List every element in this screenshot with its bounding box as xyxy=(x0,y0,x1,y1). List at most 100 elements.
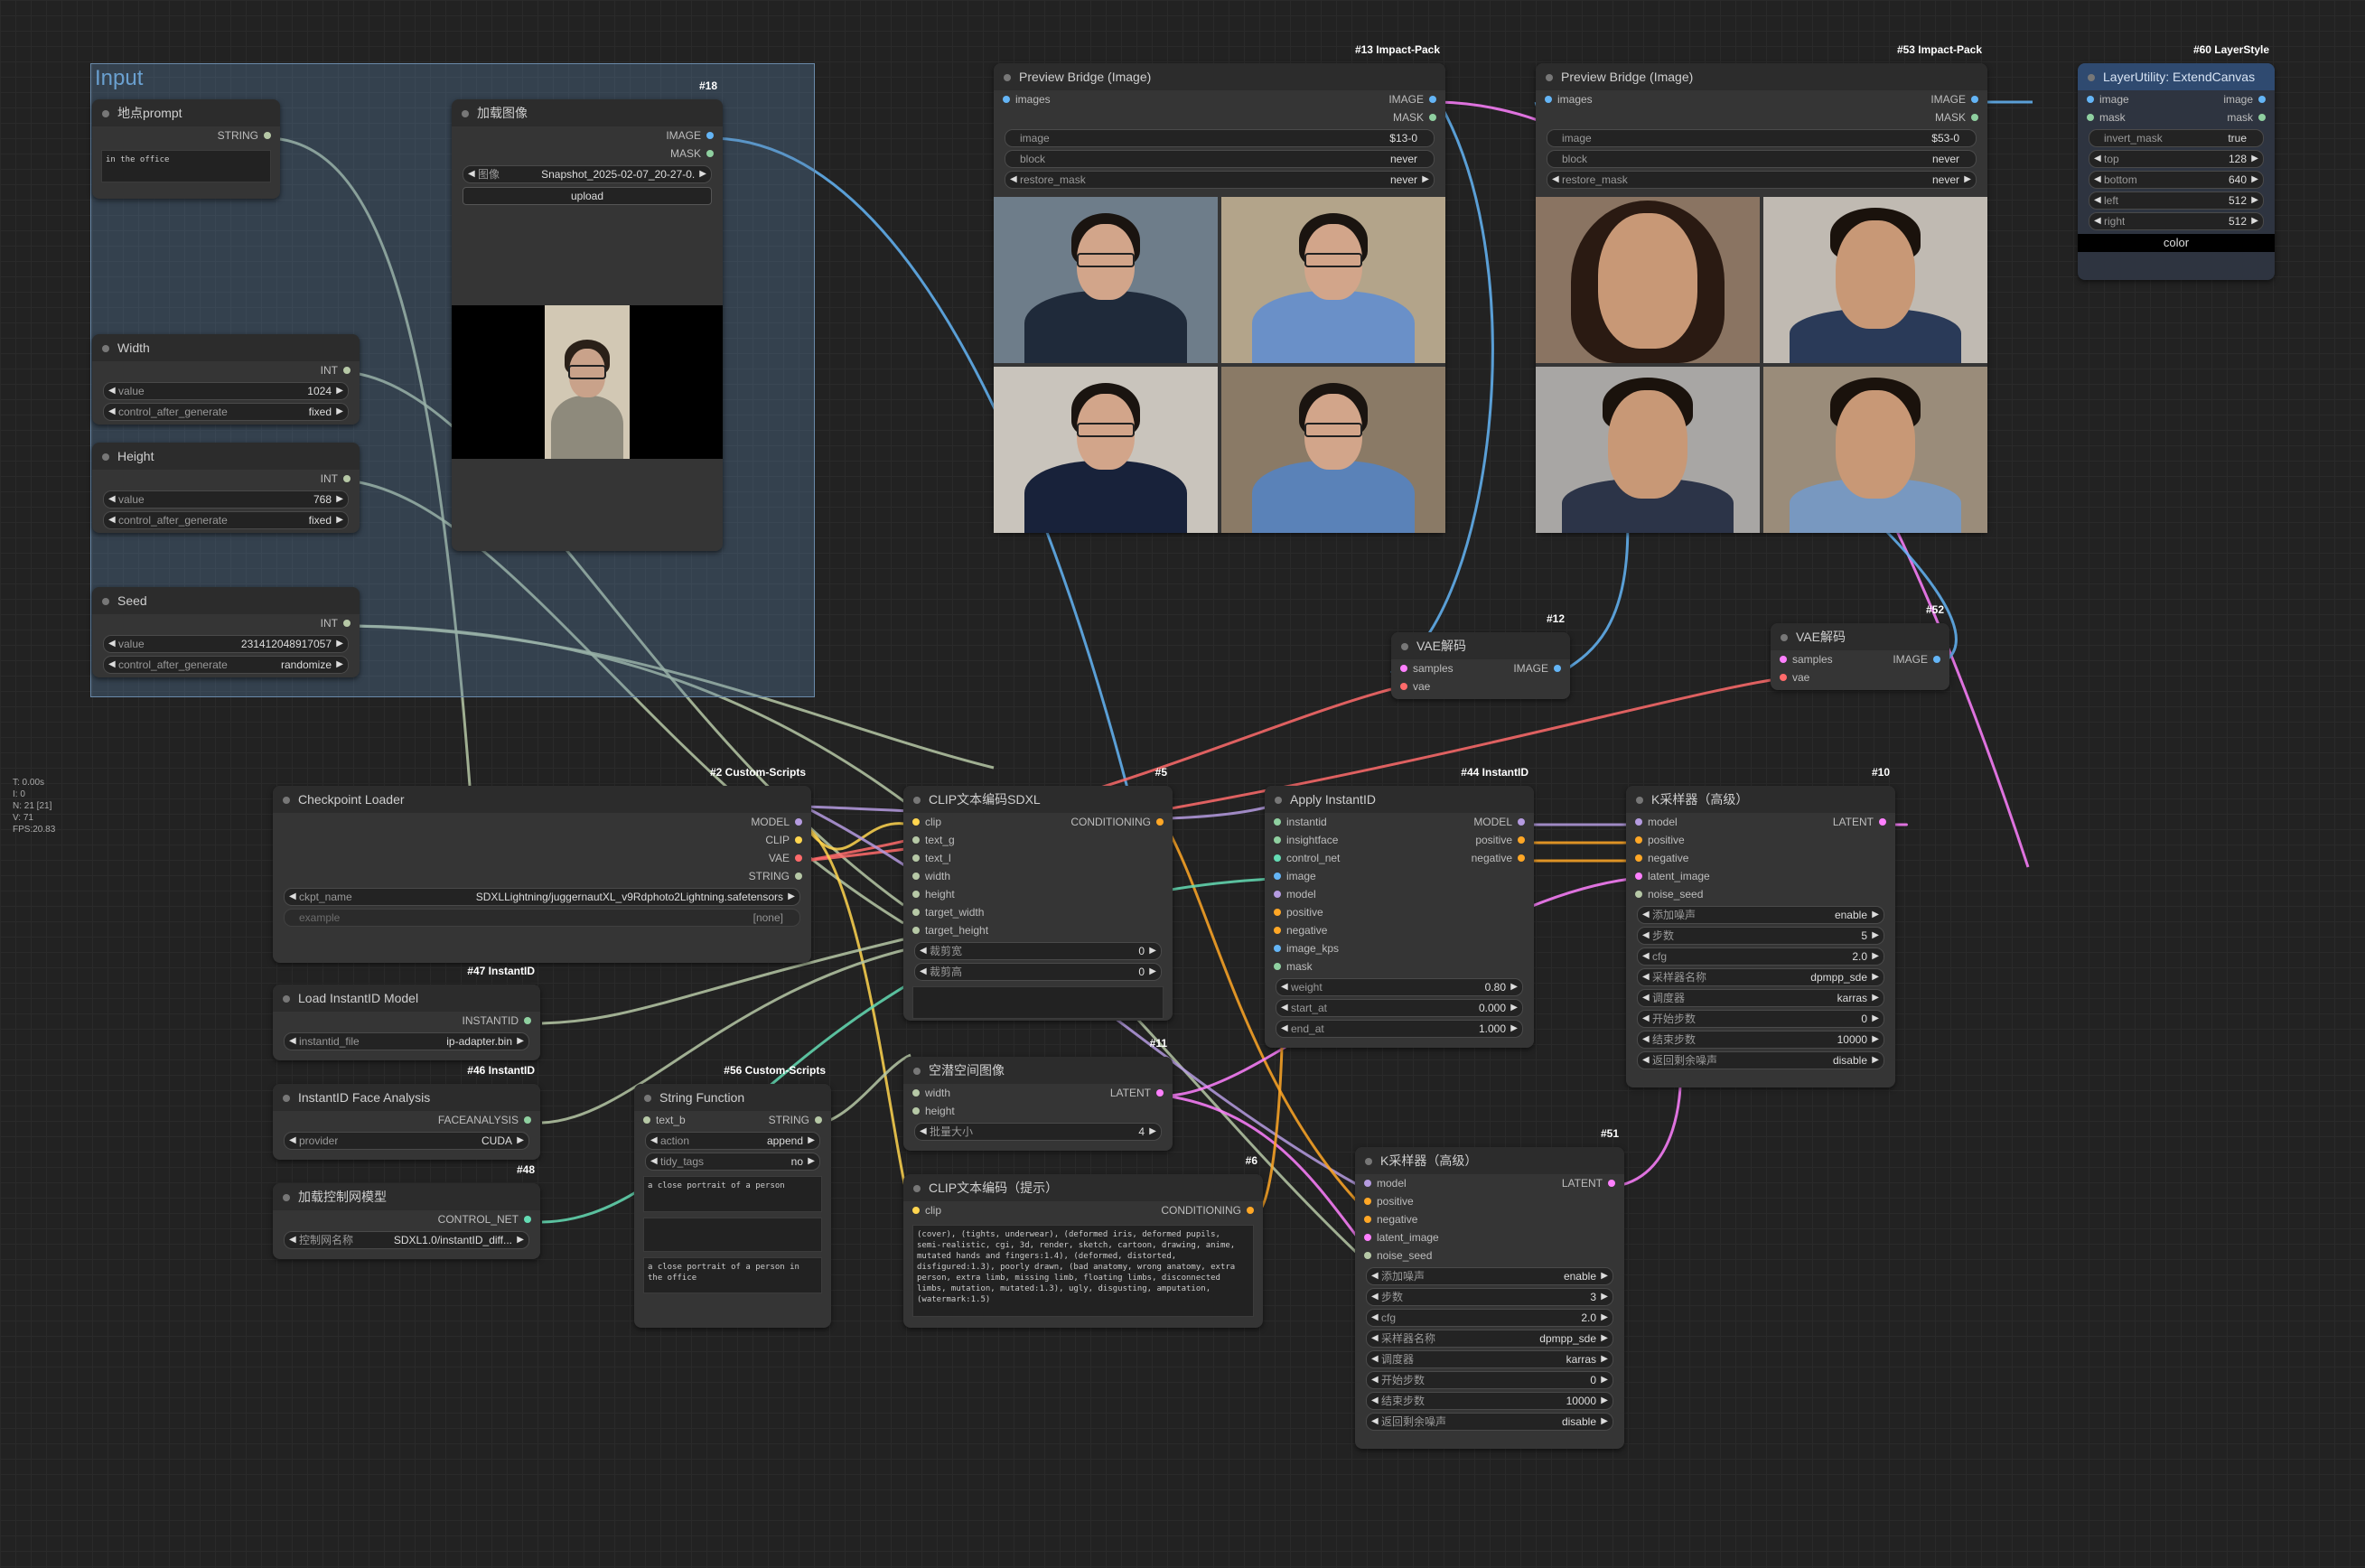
node-title[interactable]: 地点prompt xyxy=(92,99,280,126)
output-clip[interactable]: CLIP xyxy=(765,831,802,849)
text-area[interactable] xyxy=(912,986,1164,1019)
output-latent[interactable]: LATENT xyxy=(1110,1084,1164,1102)
node-title[interactable]: VAE解码 xyxy=(1771,623,1949,650)
input-images[interactable]: images xyxy=(1003,90,1051,108)
node-title[interactable]: VAE解码 xyxy=(1391,632,1570,659)
input-image[interactable]: image xyxy=(2087,90,2129,108)
negative-prompt-textarea[interactable]: (cover), (tights, underwear), (deformed … xyxy=(912,1225,1254,1317)
output-string[interactable]: STRING xyxy=(749,867,803,885)
controlnet-name-select[interactable]: ◀ 控制网名称 SDXL1.0/instantID_diff... ▶ xyxy=(284,1231,529,1249)
upload-button[interactable]: upload xyxy=(463,187,712,205)
input-noise-seed[interactable]: noise_seed xyxy=(1635,885,1703,903)
node-title[interactable]: String Function xyxy=(634,1084,831,1111)
control-after-generate-widget[interactable]: ◀ control_after_generate fixed ▶ xyxy=(103,403,349,421)
input-mask[interactable]: mask xyxy=(2087,108,2126,126)
node-title[interactable]: Load InstantID Model xyxy=(273,985,540,1012)
node-title[interactable]: 加载图像 xyxy=(452,99,723,126)
input-latent-image[interactable]: latent_image xyxy=(1364,1228,1439,1246)
input-text-l[interactable]: text_l xyxy=(912,849,951,867)
node-title[interactable]: Preview Bridge (Image) xyxy=(1536,63,1987,90)
input-images[interactable]: images xyxy=(1545,90,1593,108)
output-mask[interactable]: mask xyxy=(2227,108,2266,126)
input-samples[interactable]: samples xyxy=(1780,650,1833,668)
node-title[interactable]: Apply InstantID xyxy=(1265,786,1534,813)
input-negative[interactable]: negative xyxy=(1274,921,1327,939)
output-mask[interactable]: MASK xyxy=(1393,108,1437,126)
input-image[interactable]: image xyxy=(1274,867,1316,885)
input-clip[interactable]: clip xyxy=(912,1201,941,1219)
output-control-net[interactable]: CONTROL_NET xyxy=(438,1210,532,1228)
output-int[interactable]: INT xyxy=(321,614,351,632)
node-title[interactable]: K采样器（高级） xyxy=(1355,1147,1624,1174)
input-mask[interactable]: mask xyxy=(1274,957,1313,975)
value-widget[interactable]: ◀ value 1024 ▶ xyxy=(103,382,349,400)
input-insightface[interactable]: insightface xyxy=(1274,831,1338,849)
output-negative[interactable]: negative xyxy=(1472,849,1526,867)
string-function-node[interactable]: #56 Custom-Scripts String Function text_… xyxy=(634,1064,831,1328)
control-after-generate-widget[interactable]: ◀ control_after_generate fixed ▶ xyxy=(103,511,349,529)
node-title[interactable]: 空潜空间图像 xyxy=(903,1057,1173,1084)
color-button[interactable]: color xyxy=(2078,234,2275,252)
value-widget[interactable]: ◀ value 231412048917057 ▶ xyxy=(103,635,349,653)
scheduler-widget[interactable]: ◀ 调度器 karras ▶ xyxy=(1637,989,1884,1007)
action-select[interactable]: ◀ action append ▶ xyxy=(645,1132,820,1150)
input-vae[interactable]: vae xyxy=(1780,668,1809,686)
node-title[interactable]: Height xyxy=(92,443,360,470)
input-control-net[interactable]: control_net xyxy=(1274,849,1340,867)
input-positive[interactable]: positive xyxy=(1364,1192,1414,1210)
add-noise-widget[interactable]: ◀ 添加噪声 enable ▶ xyxy=(1637,906,1884,924)
output-vae[interactable]: VAE xyxy=(769,849,803,867)
sampler-name-widget[interactable]: ◀ 采样器名称 dpmpp_sde ▶ xyxy=(1366,1330,1613,1348)
end-at-widget[interactable]: ◀ end_at 1.000 ▶ xyxy=(1276,1020,1523,1038)
output-conditioning[interactable]: CONDITIONING xyxy=(1070,813,1164,831)
output-model[interactable]: MODEL xyxy=(751,813,802,831)
input-latent-image[interactable]: latent_image xyxy=(1635,867,1710,885)
batch-size-widget[interactable]: ◀ 批量大小 4 ▶ xyxy=(914,1123,1162,1141)
vae-decode-node-12[interactable]: #12 VAE解码 samples IMAGE vae xyxy=(1391,612,1570,699)
input-positive[interactable]: positive xyxy=(1635,831,1685,849)
bottom-widget[interactable]: ◀ bottom 640 ▶ xyxy=(2089,171,2264,189)
image-widget[interactable]: image $53-0 xyxy=(1547,129,1977,147)
preview-bridge-node-13[interactable]: #13 Impact-Pack Preview Bridge (Image) i… xyxy=(994,43,1445,533)
input-noise-seed[interactable]: noise_seed xyxy=(1364,1246,1432,1265)
node-title[interactable]: CLIP文本编码（提示） xyxy=(903,1174,1263,1201)
scheduler-widget[interactable]: ◀ 调度器 karras ▶ xyxy=(1366,1350,1613,1368)
vae-decode-node-52[interactable]: #52 VAE解码 samples IMAGE vae xyxy=(1771,603,1949,690)
clip-text-encode-sdxl-node[interactable]: #5 CLIP文本编码SDXL clip CONDITIONING text_g … xyxy=(903,766,1173,1021)
input-clip[interactable]: clip xyxy=(912,813,941,831)
input-negative[interactable]: negative xyxy=(1635,849,1688,867)
restore-mask-widget[interactable]: ◀ restore_mask never ▶ xyxy=(1547,171,1977,189)
input-target-height[interactable]: target_height xyxy=(912,921,988,939)
apply-instantid-node[interactable]: #44 InstantID Apply InstantID instantid M… xyxy=(1265,766,1534,1048)
provider-select[interactable]: ◀ provider CUDA ▶ xyxy=(284,1132,529,1150)
width-node[interactable]: Width INT ◀ value 1024 ▶ ◀ control_after_gen… xyxy=(92,334,360,425)
prompt-textarea[interactable]: in the office xyxy=(101,150,271,182)
output-mask[interactable]: MASK xyxy=(670,145,715,163)
input-target-width[interactable]: target_width xyxy=(912,903,984,921)
ksampler-advanced-node-10[interactable]: #10 K采样器（高级） model LATENT positive negati… xyxy=(1626,766,1895,1087)
input-width[interactable]: width xyxy=(912,1084,950,1102)
prompt-node[interactable]: 地点prompt STRING in the office xyxy=(92,99,280,199)
start-step-widget[interactable]: ◀ 开始步数 0 ▶ xyxy=(1366,1371,1613,1389)
output-positive[interactable]: positive xyxy=(1475,831,1525,849)
output-string[interactable]: STRING xyxy=(218,126,272,145)
input-model[interactable]: model xyxy=(1635,813,1678,831)
extend-canvas-node[interactable]: #60 LayerStyle LayerUtility: ExtendCanva… xyxy=(2078,43,2275,280)
start-step-widget[interactable]: ◀ 开始步数 0 ▶ xyxy=(1637,1010,1884,1028)
block-toggle[interactable]: block never xyxy=(1547,150,1977,168)
output-string[interactable]: STRING xyxy=(769,1111,823,1129)
restore-mask-widget[interactable]: ◀ restore_mask never ▶ xyxy=(1005,171,1435,189)
controlnet-loader-node[interactable]: #48 加载控制网模型 CONTROL_NET ◀ 控制网名称 SDXL1.0/in… xyxy=(273,1163,540,1259)
output-image[interactable]: IMAGE xyxy=(666,126,714,145)
crop-height-widget[interactable]: ◀ 裁剪高 0 ▶ xyxy=(914,963,1162,981)
add-noise-widget[interactable]: ◀ 添加噪声 enable ▶ xyxy=(1366,1267,1613,1285)
node-title[interactable]: CLIP文本编码SDXL xyxy=(903,786,1173,813)
end-step-widget[interactable]: ◀ 结束步数 10000 ▶ xyxy=(1637,1031,1884,1049)
input-text-b[interactable]: text_b xyxy=(643,1111,686,1129)
node-graph-canvas[interactable]: Input 地点prompt STRING in the office 加载图像… xyxy=(0,0,2365,1568)
top-widget[interactable]: ◀ top 128 ▶ xyxy=(2089,150,2264,168)
text-c-textarea[interactable] xyxy=(643,1218,822,1252)
input-negative[interactable]: negative xyxy=(1364,1210,1417,1228)
output-mask[interactable]: MASK xyxy=(1935,108,1979,126)
sampler-name-widget[interactable]: ◀ 采样器名称 dpmpp_sde ▶ xyxy=(1637,968,1884,986)
